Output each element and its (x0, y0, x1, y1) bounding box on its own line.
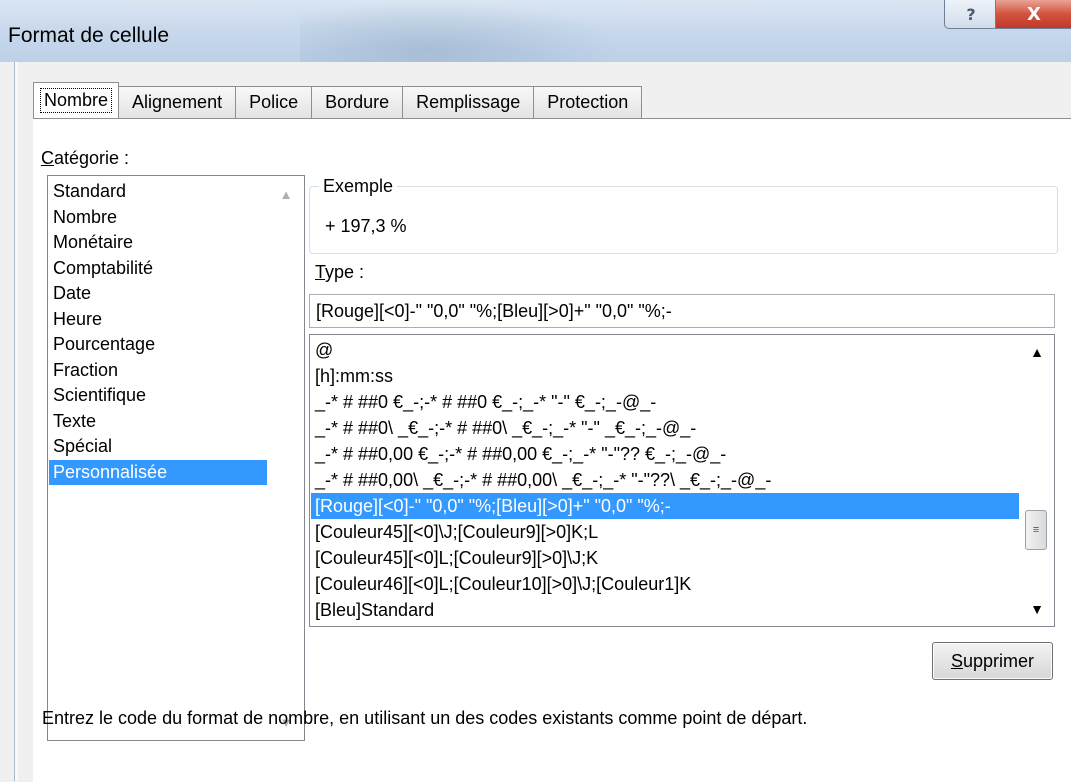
category-item-date[interactable]: Date (49, 281, 267, 307)
tab-bordure[interactable]: Bordure (311, 86, 404, 118)
format-list-scrollbar[interactable]: ▲ ≡ ▼ (1020, 335, 1054, 626)
close-button[interactable]: X (995, 0, 1071, 29)
scroll-thumb[interactable]: ≡ (1025, 510, 1047, 550)
category-item-personnalisee[interactable]: Personnalisée (49, 459, 267, 485)
window-title: Format de cellule (8, 24, 170, 47)
format-item[interactable]: [h]:mm:ss (311, 363, 1019, 389)
category-item-pourcentage[interactable]: Pourcentage (49, 332, 267, 358)
exemple-group (309, 186, 1058, 254)
category-item-monetaire[interactable]: Monétaire (49, 230, 267, 256)
type-input[interactable]: [Rouge][<0]-" "0,0" "%;[Bleu][>0]+" "0,0… (309, 294, 1055, 328)
category-label: Catégorie : (41, 148, 130, 168)
format-item[interactable]: @ (311, 337, 1019, 363)
scroll-down-icon[interactable]: ▼ (1020, 594, 1054, 624)
category-scrollbar[interactable]: ▲ ▼ (269, 177, 303, 739)
help-description: Entrez le code du format de nombre, en u… (42, 708, 808, 728)
category-item-heure[interactable]: Heure (49, 307, 267, 333)
tab-remplissage[interactable]: Remplissage (402, 86, 535, 118)
tab-nombre[interactable]: Nombre (33, 82, 120, 118)
format-item[interactable]: [Couleur45][<0]\J;[Couleur9][>0]K;L (311, 519, 1019, 545)
format-item[interactable]: _-* # ##0 €_-;-* # ##0 €_-;_-* "-" €_-;_… (311, 389, 1019, 415)
category-item-fraction[interactable]: Fraction (49, 358, 267, 384)
help-icon: ? (966, 4, 976, 24)
format-item[interactable]: _-* # ##0\ _€_-;-* # ##0\ _€_-;_-* "-" _… (311, 415, 1019, 441)
help-button[interactable]: ? (944, 0, 998, 29)
grip-icon: ≡ (1032, 524, 1040, 536)
type-label: Type : (315, 262, 365, 282)
format-code-list[interactable]: @ [h]:mm:ss _-* # ##0 €_-;-* # ##0 €_-;_… (309, 334, 1055, 627)
category-item-standard[interactable]: Standard (49, 179, 267, 205)
format-item[interactable]: [Couleur46][<0]L;[Couleur10][>0]\J;[Coul… (311, 571, 1019, 597)
format-item[interactable]: _-* # ##0,00\ _€_-;-* # ##0,00\ _€_-;_-*… (311, 467, 1019, 493)
category-item-texte[interactable]: Texte (49, 409, 267, 435)
category-item-nombre[interactable]: Nombre (49, 205, 267, 231)
tab-strip: Nombre Alignement Police Bordure Remplis… (33, 82, 643, 118)
close-icon: X (1027, 3, 1041, 25)
format-item[interactable]: _-* # ##0,00 €_-;-* # ##0,00 €_-;_-* "-"… (311, 441, 1019, 467)
tab-police-label: Police (249, 92, 299, 112)
tab-police[interactable]: Police (235, 86, 313, 118)
exemple-value: + 197,3 % (325, 216, 407, 236)
tab-alignement-label: Alignement (132, 92, 223, 112)
category-item-comptabilite[interactable]: Comptabilité (49, 256, 267, 282)
dialog-body: Nombre Alignement Police Bordure Remplis… (14, 62, 1071, 782)
tab-remplissage-label: Remplissage (416, 92, 521, 112)
format-item-selected[interactable]: [Rouge][<0]-" "0,0" "%;[Bleu][>0]+" "0,0… (311, 493, 1019, 519)
scroll-up-icon[interactable]: ▲ (269, 179, 303, 209)
tab-protection-label: Protection (547, 92, 629, 112)
category-item-special[interactable]: Spécial (49, 434, 267, 460)
exemple-title: Exemple (319, 176, 398, 197)
format-item[interactable]: [Couleur45][<0]L;[Couleur9][>0]\J;K (311, 545, 1019, 571)
delete-button[interactable]: Supprimer (932, 642, 1053, 680)
format-item[interactable]: [Bleu]Standard (311, 597, 1019, 623)
scroll-up-icon[interactable]: ▲ (1020, 337, 1054, 367)
title-bar-glass (300, 0, 620, 62)
category-list[interactable]: Standard Nombre Monétaire Comptabilité D… (47, 175, 305, 741)
title-bar: Format de cellule ? X (0, 0, 1071, 62)
tab-bordure-label: Bordure (325, 92, 390, 112)
category-item-scientifique[interactable]: Scientifique (49, 383, 267, 409)
tab-alignement[interactable]: Alignement (118, 86, 237, 118)
tab-protection[interactable]: Protection (533, 86, 643, 118)
tab-nombre-label: Nombre (40, 88, 113, 113)
